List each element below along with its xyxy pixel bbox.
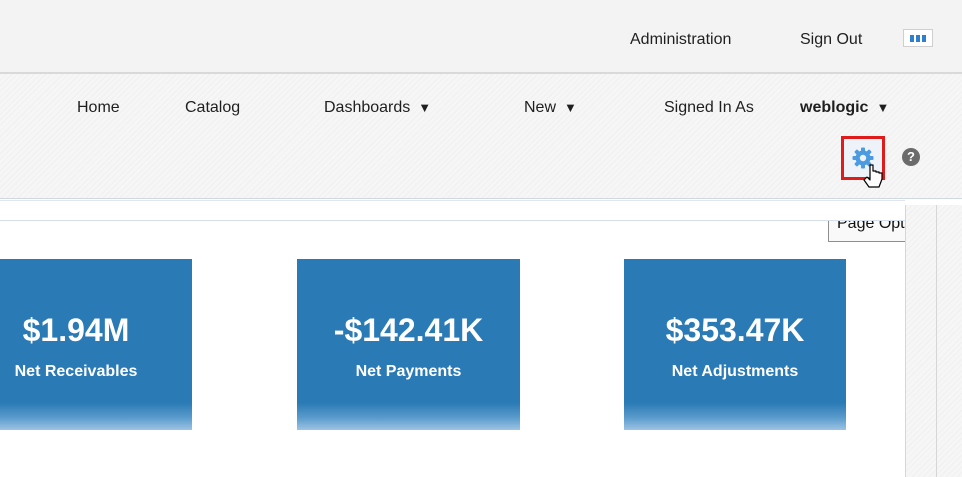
kpi-label: Net Adjustments <box>671 363 799 380</box>
kpi-value: -$142.41K <box>333 312 484 348</box>
username-label: weblogic <box>800 99 869 116</box>
sign-out-link[interactable]: Sign Out <box>800 31 862 49</box>
signed-in-as-label: Signed In As <box>664 99 754 116</box>
nav-new-menu[interactable]: New ▼ <box>524 99 577 117</box>
kpi-value: $353.47K <box>665 312 805 348</box>
nav-home-link[interactable]: Home <box>77 99 120 117</box>
kpi-tile-net-payments[interactable]: -$142.41K Net Payments <box>297 259 520 430</box>
divider <box>0 220 905 221</box>
nav-dashboards-menu[interactable]: Dashboards ▼ <box>324 99 431 117</box>
top-utility-bar: Administration Sign Out <box>0 0 962 74</box>
kpi-tile-net-adjustments[interactable]: $353.47K Net Adjustments <box>624 259 846 430</box>
chevron-down-icon: ▼ <box>876 100 890 115</box>
kpi-tile-net-receivables[interactable]: $1.94M Net Receivables <box>0 259 192 430</box>
chevron-down-icon: ▼ <box>418 100 432 115</box>
user-menu[interactable]: weblogic ▼ <box>800 99 889 117</box>
nav-dashboards-label: Dashboards <box>324 99 411 116</box>
kpi-label: Net Payments <box>355 363 462 380</box>
navigation-bar <box>0 74 962 199</box>
nav-new-label: New <box>524 99 557 116</box>
kpi-label: Net Receivables <box>14 363 138 380</box>
chevron-down-icon: ▼ <box>564 100 577 115</box>
nav-catalog-link[interactable]: Catalog <box>185 99 240 117</box>
right-panel-edge <box>905 205 962 477</box>
help-icon[interactable]: ? <box>902 148 920 166</box>
kpi-value: $1.94M <box>22 312 130 348</box>
app-logo-icon <box>903 29 933 47</box>
content-header-strip <box>0 200 905 221</box>
cursor-pointer-icon <box>863 164 883 188</box>
administration-link[interactable]: Administration <box>630 31 731 49</box>
